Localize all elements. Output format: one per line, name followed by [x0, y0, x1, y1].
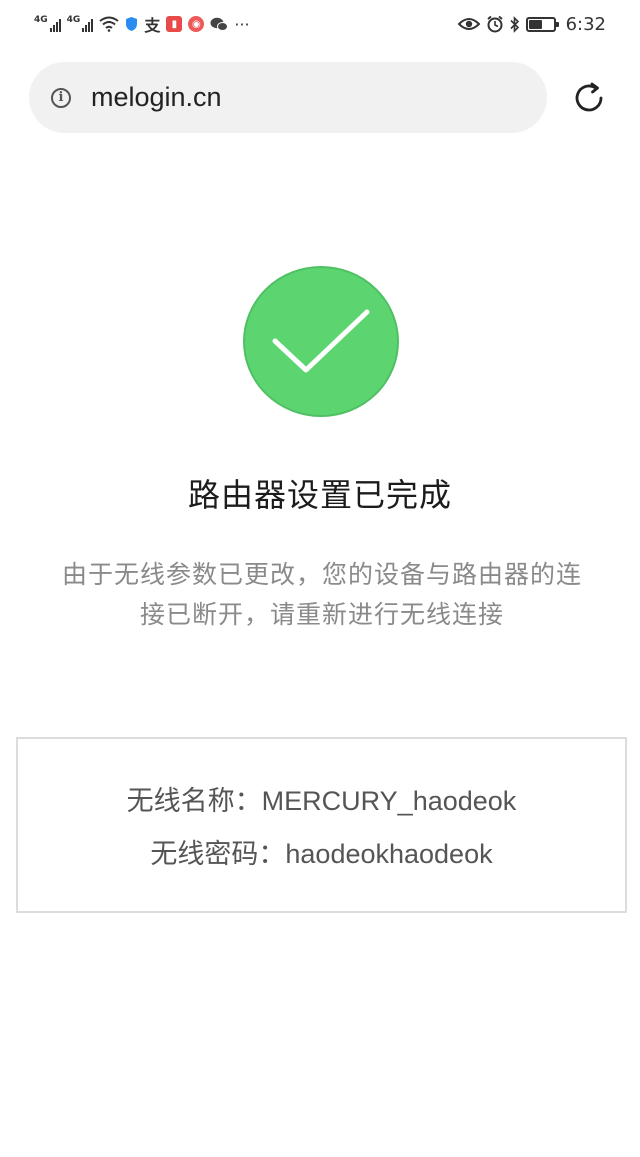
reload-icon[interactable]: [570, 79, 608, 117]
address-bar[interactable]: i melogin.cn: [29, 62, 547, 133]
bluetooth-icon: [510, 15, 519, 33]
eye-icon: [457, 18, 480, 30]
podcast-icon: ◉: [188, 16, 205, 32]
description-line: 接已断开，请重新进行无线连接: [139, 600, 504, 629]
clock: 6:32: [565, 13, 606, 35]
description-line: 由于无线参数已更改，您的设备与路由器的连: [61, 560, 582, 589]
status-right: 6:32: [457, 13, 606, 35]
wifi-password-value: haodeokhaodeok: [285, 839, 493, 869]
battery-fill: [528, 19, 542, 29]
network-type-label: 4G: [66, 15, 81, 25]
wifi-name-row: 无线名称：MERCURY_haodeok: [127, 779, 517, 818]
success-check-icon: [243, 266, 399, 417]
alarm-icon: [486, 15, 503, 33]
battery-icon: [525, 16, 559, 32]
network-type-label: 4G: [34, 15, 48, 25]
info-icon[interactable]: i: [51, 87, 71, 108]
alipay-icon: 支: [144, 16, 161, 35]
wifi-password-label: 无线密码：: [150, 839, 286, 870]
status-bar: 4G 4G 支 ▮ ◉ ··· 6:32: [0, 0, 640, 48]
book-icon: ▮: [166, 16, 183, 32]
wechat-icon: [210, 17, 229, 31]
signal-icon: 4G: [67, 16, 94, 32]
shield-icon: [126, 17, 138, 31]
wifi-name-label: 无线名称：: [126, 786, 262, 817]
wifi-icon: [99, 16, 119, 32]
wifi-info-box: 无线名称：MERCURY_haodeok 无线密码：haodeokhaodeok: [16, 737, 627, 913]
status-description: 由于无线参数已更改，您的设备与路由器的连 接已断开，请重新进行无线连接: [24, 555, 620, 635]
status-left: 4G 4G 支 ▮ ◉ ···: [34, 12, 250, 36]
wifi-name-value: MERCURY_haodeok: [261, 786, 517, 816]
wifi-password-row: 无线密码：haodeokhaodeok: [150, 832, 492, 871]
more-icon: ···: [234, 14, 250, 34]
page-title: 路由器设置已完成: [187, 476, 452, 514]
signal-icon: 4G: [34, 16, 61, 32]
url-text[interactable]: melogin.cn: [91, 82, 222, 113]
